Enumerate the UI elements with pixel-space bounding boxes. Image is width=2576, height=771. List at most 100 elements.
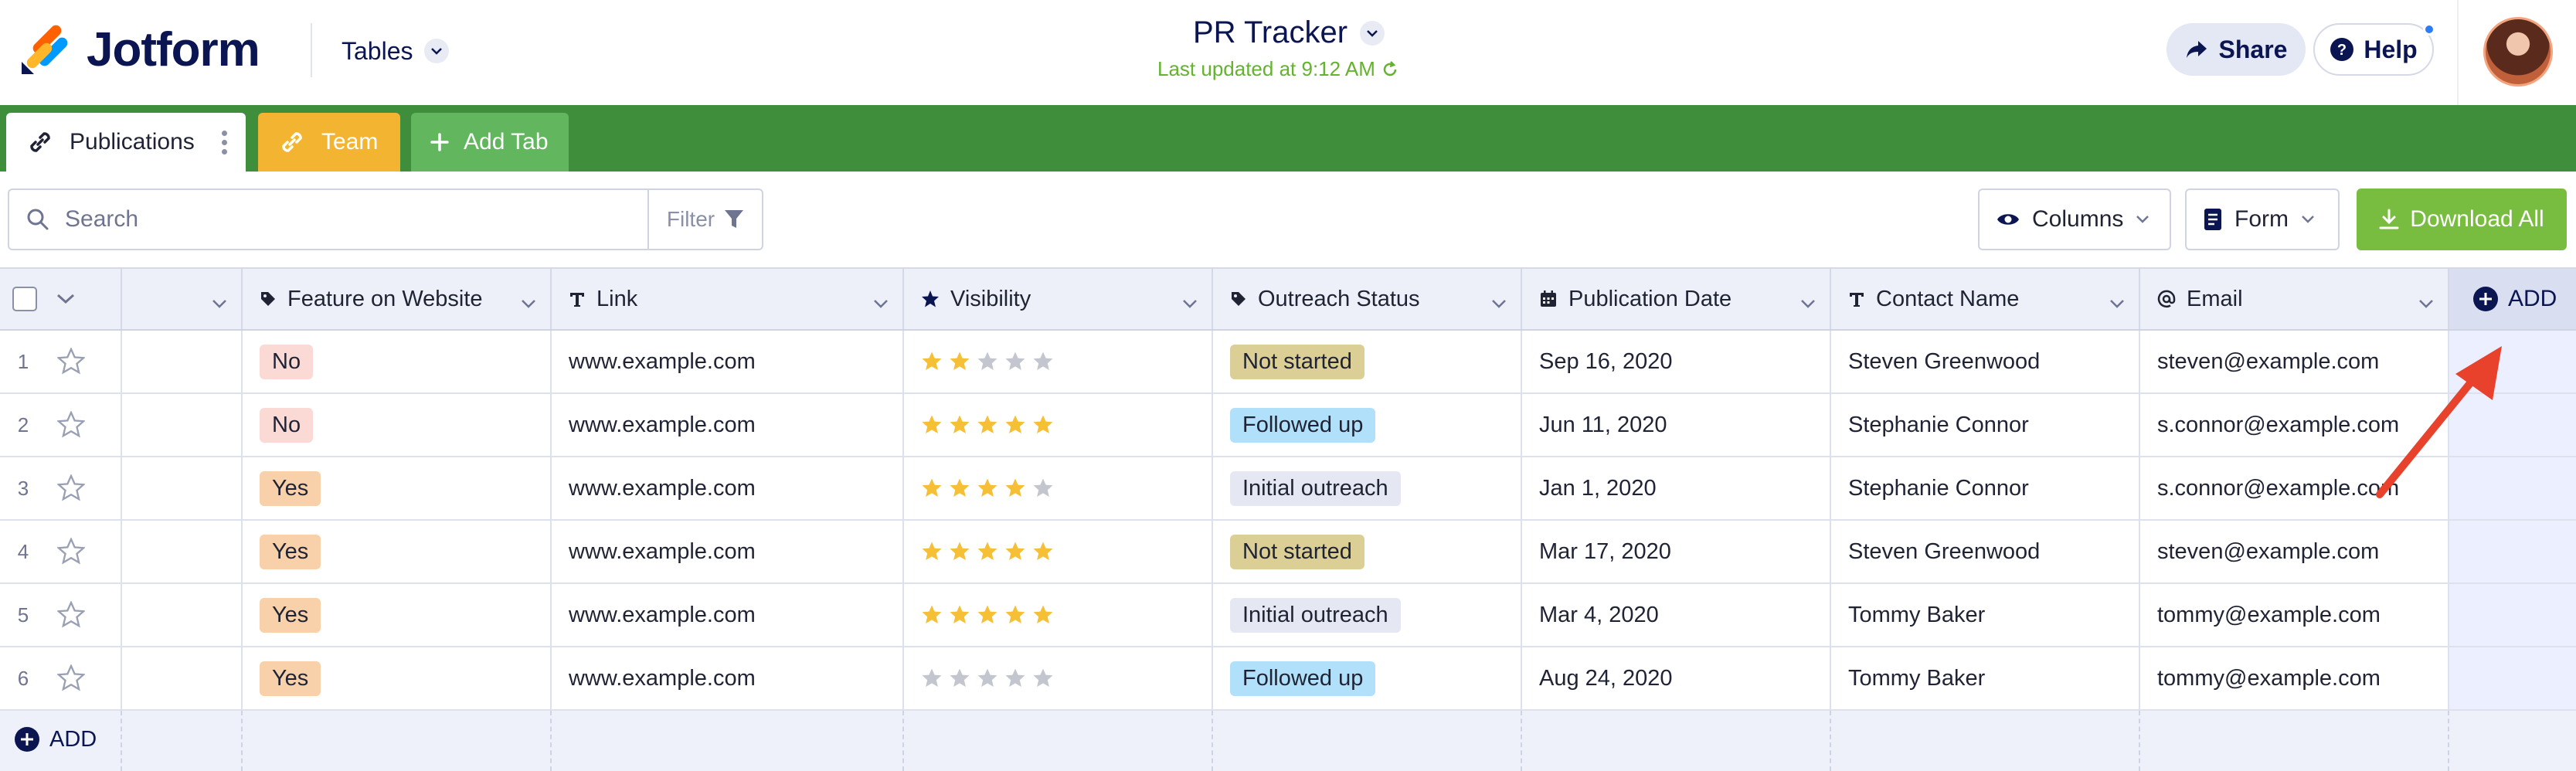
rating-star-icon[interactable] — [921, 604, 943, 626]
rating-star-icon[interactable] — [1004, 477, 1026, 499]
chevron-down-icon[interactable] — [873, 290, 889, 316]
form-button[interactable]: Form — [2185, 189, 2340, 250]
rating-star-icon[interactable] — [949, 541, 970, 562]
rating-star-icon[interactable] — [977, 667, 998, 689]
date-cell[interactable]: Jun 11, 2020 — [1522, 394, 1831, 456]
contact-cell[interactable]: Stephanie Connor — [1831, 457, 2140, 519]
chevron-down-icon[interactable] — [2109, 290, 2125, 316]
chevron-down-icon[interactable] — [521, 290, 536, 316]
rating-star-icon[interactable] — [921, 541, 943, 562]
feature-cell[interactable]: No — [243, 331, 552, 392]
chevron-down-icon[interactable] — [56, 293, 76, 305]
email-cell[interactable]: tommy@example.com — [2140, 584, 2449, 646]
rating-star-icon[interactable] — [977, 477, 998, 499]
blank-cell[interactable] — [122, 647, 243, 709]
status-cell[interactable]: Initial outreach — [1213, 584, 1522, 646]
table-row[interactable]: 4 Yes www.example.com Not started Mar 17, 20… — [0, 521, 2576, 584]
rating-star-icon[interactable] — [1032, 604, 1054, 626]
rating-star-icon[interactable] — [1004, 541, 1026, 562]
share-button[interactable]: Share — [2166, 23, 2306, 76]
rating-star-icon[interactable] — [1032, 351, 1054, 372]
rating-star-icon[interactable] — [949, 667, 970, 689]
email-cell[interactable]: steven@example.com — [2140, 521, 2449, 582]
rating-star-icon[interactable] — [949, 351, 970, 372]
table-row[interactable]: 6 Yes www.example.com Followed up Aug 24, 20… — [0, 647, 2576, 711]
add-column-button[interactable]: ADD — [2449, 269, 2576, 329]
favorite-star-icon[interactable] — [56, 537, 86, 572]
favorite-star-icon[interactable] — [56, 600, 86, 635]
filter-button[interactable]: Filter — [647, 190, 762, 249]
rating-star-icon[interactable] — [1032, 477, 1054, 499]
rating-star-icon[interactable] — [1004, 667, 1026, 689]
contact-cell[interactable]: Stephanie Connor — [1831, 394, 2140, 456]
user-avatar[interactable] — [2483, 17, 2553, 87]
rating-star-icon[interactable] — [1004, 414, 1026, 436]
column-header-visibility[interactable]: Visibility — [904, 269, 1213, 329]
column-header-feature-on-website[interactable]: Feature on Website — [243, 269, 552, 329]
contact-cell[interactable]: Tommy Baker — [1831, 584, 2140, 646]
date-cell[interactable]: Sep 16, 2020 — [1522, 331, 1831, 392]
rating-star-icon[interactable] — [949, 604, 970, 626]
column-header-publication-date[interactable]: Publication Date — [1522, 269, 1831, 329]
rating-star-icon[interactable] — [949, 414, 970, 436]
chevron-down-icon[interactable] — [1182, 290, 1198, 316]
rating-star-icon[interactable] — [977, 351, 998, 372]
star-rating[interactable] — [921, 667, 1054, 689]
rating-star-icon[interactable] — [921, 667, 943, 689]
column-header-email[interactable]: Email — [2140, 269, 2449, 329]
download-all-button[interactable]: Download All — [2357, 189, 2567, 250]
chevron-down-icon[interactable] — [1800, 290, 1816, 316]
column-header-outreach-status[interactable]: Outreach Status — [1213, 269, 1522, 329]
status-cell[interactable]: Not started — [1213, 521, 1522, 582]
rating-star-icon[interactable] — [1032, 414, 1054, 436]
table-row[interactable]: 2 No www.example.com Followed up Jun 11, 202… — [0, 394, 2576, 457]
table-row[interactable]: 5 Yes www.example.com Initial outreach Mar 4… — [0, 584, 2576, 647]
rating-star-icon[interactable] — [921, 414, 943, 436]
status-cell[interactable]: Initial outreach — [1213, 457, 1522, 519]
link-cell[interactable]: www.example.com — [552, 331, 904, 392]
favorite-star-icon[interactable] — [56, 664, 86, 698]
rating-star-icon[interactable] — [1004, 351, 1026, 372]
select-all-checkbox[interactable] — [12, 287, 37, 311]
link-cell[interactable]: www.example.com — [552, 521, 904, 582]
rating-star-icon[interactable] — [921, 351, 943, 372]
favorite-star-icon[interactable] — [56, 347, 86, 382]
status-cell[interactable]: Followed up — [1213, 394, 1522, 456]
blank-cell[interactable] — [122, 331, 243, 392]
date-cell[interactable]: Jan 1, 2020 — [1522, 457, 1831, 519]
contact-cell[interactable]: Tommy Baker — [1831, 647, 2140, 709]
contact-cell[interactable]: Steven Greenwood — [1831, 521, 2140, 582]
rating-star-icon[interactable] — [977, 414, 998, 436]
feature-cell[interactable]: No — [243, 394, 552, 456]
tab-options-icon[interactable] — [222, 130, 227, 155]
blank-cell[interactable] — [122, 584, 243, 646]
star-rating[interactable] — [921, 414, 1054, 436]
column-header-contact-name[interactable]: Contact Name — [1831, 269, 2140, 329]
rating-star-icon[interactable] — [1004, 604, 1026, 626]
star-rating[interactable] — [921, 541, 1054, 562]
star-rating[interactable] — [921, 477, 1054, 499]
favorite-star-icon[interactable] — [56, 410, 86, 445]
blank-cell[interactable] — [122, 394, 243, 456]
status-cell[interactable]: Followed up — [1213, 647, 1522, 709]
document-title[interactable]: PR Tracker — [1193, 15, 1385, 50]
add-tab-button[interactable]: Add Tab — [411, 113, 569, 172]
feature-cell[interactable]: Yes — [243, 521, 552, 582]
jotform-logo-icon[interactable] — [19, 23, 73, 77]
rating-star-icon[interactable] — [1032, 667, 1054, 689]
help-button[interactable]: ? Help — [2313, 23, 2434, 76]
star-rating[interactable] — [921, 604, 1054, 626]
rating-star-icon[interactable] — [949, 477, 970, 499]
date-cell[interactable]: Mar 17, 2020 — [1522, 521, 1831, 582]
link-cell[interactable]: www.example.com — [552, 584, 904, 646]
feature-cell[interactable]: Yes — [243, 457, 552, 519]
chevron-down-icon[interactable] — [212, 290, 227, 316]
date-cell[interactable]: Mar 4, 2020 — [1522, 584, 1831, 646]
refresh-icon[interactable] — [1381, 60, 1398, 78]
chevron-down-icon[interactable] — [1491, 290, 1507, 316]
chevron-down-icon[interactable] — [2418, 290, 2434, 316]
blank-cell[interactable] — [122, 457, 243, 519]
rating-star-icon[interactable] — [977, 541, 998, 562]
status-cell[interactable]: Not started — [1213, 331, 1522, 392]
rating-star-icon[interactable] — [1032, 541, 1054, 562]
